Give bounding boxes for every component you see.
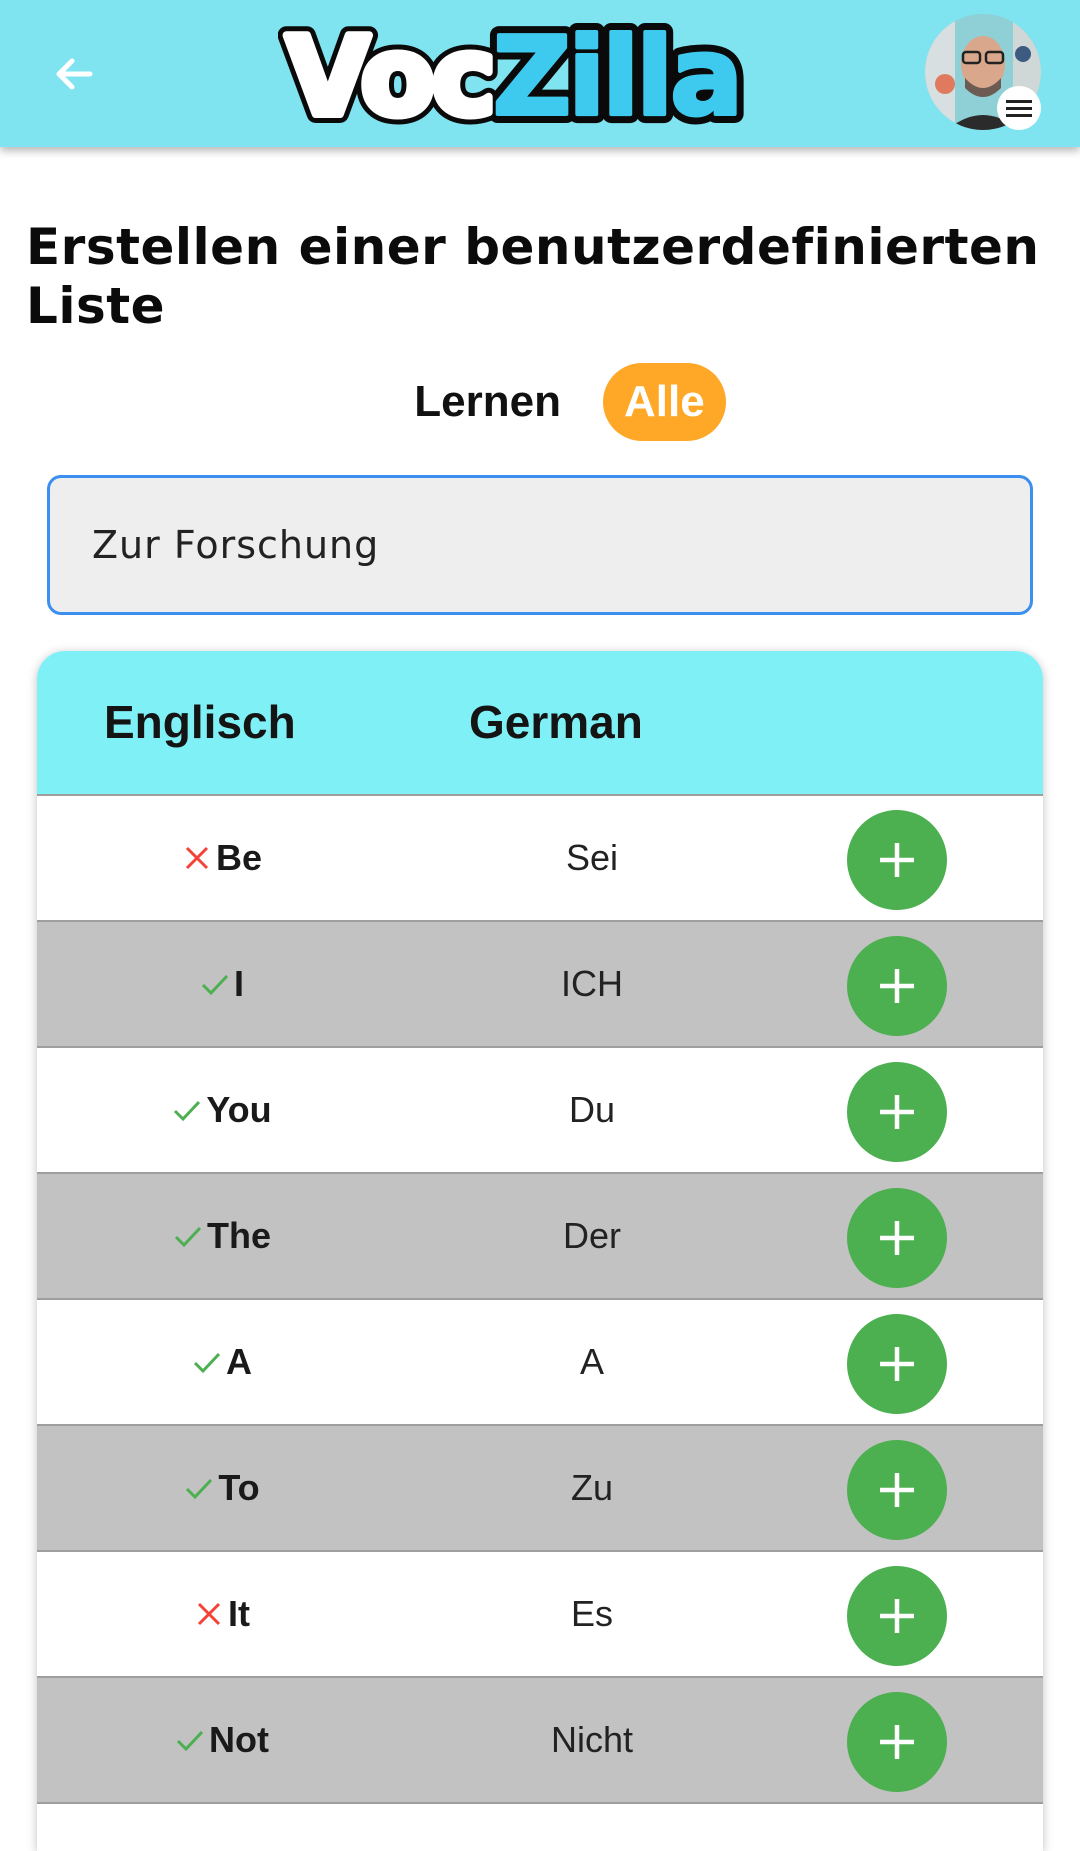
german-word: Es (570, 1593, 613, 1634)
table-row: It Es (37, 1552, 1043, 1678)
add-word-button[interactable] (847, 1314, 947, 1414)
page-title: Erstellen einer benutzerdefinierten List… (26, 218, 1040, 335)
plus-icon (875, 1090, 919, 1134)
cross-icon (194, 1599, 224, 1629)
list-name-input[interactable] (50, 478, 1030, 612)
english-word: Be (215, 837, 263, 878)
checkmark-icon (192, 1347, 222, 1377)
plus-icon (875, 1594, 919, 1638)
app-bar: VocZilla VocZilla (0, 0, 1080, 147)
svg-text:VocZilla: VocZilla (286, 18, 740, 133)
vocabulary-table: Englisch German Be Sei I ICH You Du The Der A A To… (37, 651, 1043, 1851)
plus-icon (875, 1216, 919, 1260)
english-word-cell: A (37, 1300, 407, 1424)
german-word: Du (568, 1089, 616, 1130)
english-word: It (228, 1593, 250, 1634)
add-word-button[interactable] (847, 1062, 947, 1162)
add-word-button[interactable] (847, 1440, 947, 1540)
table-row: You Du (37, 1048, 1043, 1174)
profile-avatar[interactable] (925, 14, 1043, 132)
table-row: I ICH (37, 922, 1043, 1048)
voczilla-logo: VocZilla VocZilla (278, 18, 752, 133)
english-word: To (218, 1467, 260, 1508)
cross-icon (182, 843, 212, 873)
toggle-all[interactable]: Alle (603, 363, 726, 441)
plus-icon (875, 1468, 919, 1512)
table-row: To Zu (37, 1426, 1043, 1552)
english-word-cell: Be (37, 796, 407, 920)
table-row: The Der (37, 1174, 1043, 1300)
english-word: A (226, 1341, 252, 1382)
add-word-button[interactable] (847, 1692, 947, 1792)
arrow-back-icon (56, 58, 93, 90)
german-word: Nicht (550, 1719, 634, 1760)
column-header-german: German (469, 696, 643, 748)
learn-filter-toggle: Lernen Alle (0, 362, 1080, 442)
english-word: I (233, 963, 244, 1004)
column-header-english: Englisch (104, 696, 296, 748)
checkmark-icon (172, 1095, 202, 1125)
plus-icon (875, 1342, 919, 1386)
add-word-button[interactable] (847, 936, 947, 1036)
german-word: Sei (565, 837, 619, 878)
table-row: Be Sei (37, 796, 1043, 922)
checkmark-icon (184, 1473, 214, 1503)
checkmark-icon (173, 1221, 203, 1251)
english-word-cell: Not (37, 1678, 407, 1802)
english-word-cell: You (37, 1048, 407, 1172)
german-word: A (579, 1341, 604, 1382)
english-word: The (206, 1215, 271, 1256)
english-word-cell: I (37, 922, 407, 1046)
list-name-field (47, 475, 1033, 615)
table-row: AA (37, 1300, 1043, 1426)
plus-icon (875, 964, 919, 1008)
table-body: Be Sei I ICH You Du The Der A A To Zu It Es Not Nicht (37, 796, 1043, 1804)
german-word: ICH (561, 963, 623, 1004)
english-word: Not (209, 1719, 269, 1760)
german-word: Zu (570, 1467, 613, 1508)
add-word-button[interactable] (847, 1188, 947, 1288)
back-button[interactable] (44, 44, 104, 104)
menu-icon[interactable] (997, 86, 1041, 130)
english-word-cell: It (37, 1552, 407, 1676)
table-header: Englisch German (37, 651, 1043, 796)
german-word: Der (562, 1215, 621, 1256)
english-word-cell: To (37, 1426, 407, 1550)
add-word-button[interactable] (847, 1566, 947, 1666)
checkmark-icon (200, 969, 230, 999)
english-word-cell: The (37, 1174, 407, 1298)
table-row: Not Nicht (37, 1678, 1043, 1804)
plus-icon (875, 1720, 919, 1764)
english-word: You (206, 1089, 272, 1130)
checkmark-icon (175, 1725, 205, 1755)
toggle-learn[interactable]: Lernen (394, 377, 581, 427)
add-word-button[interactable] (847, 810, 947, 910)
plus-icon (875, 838, 919, 882)
